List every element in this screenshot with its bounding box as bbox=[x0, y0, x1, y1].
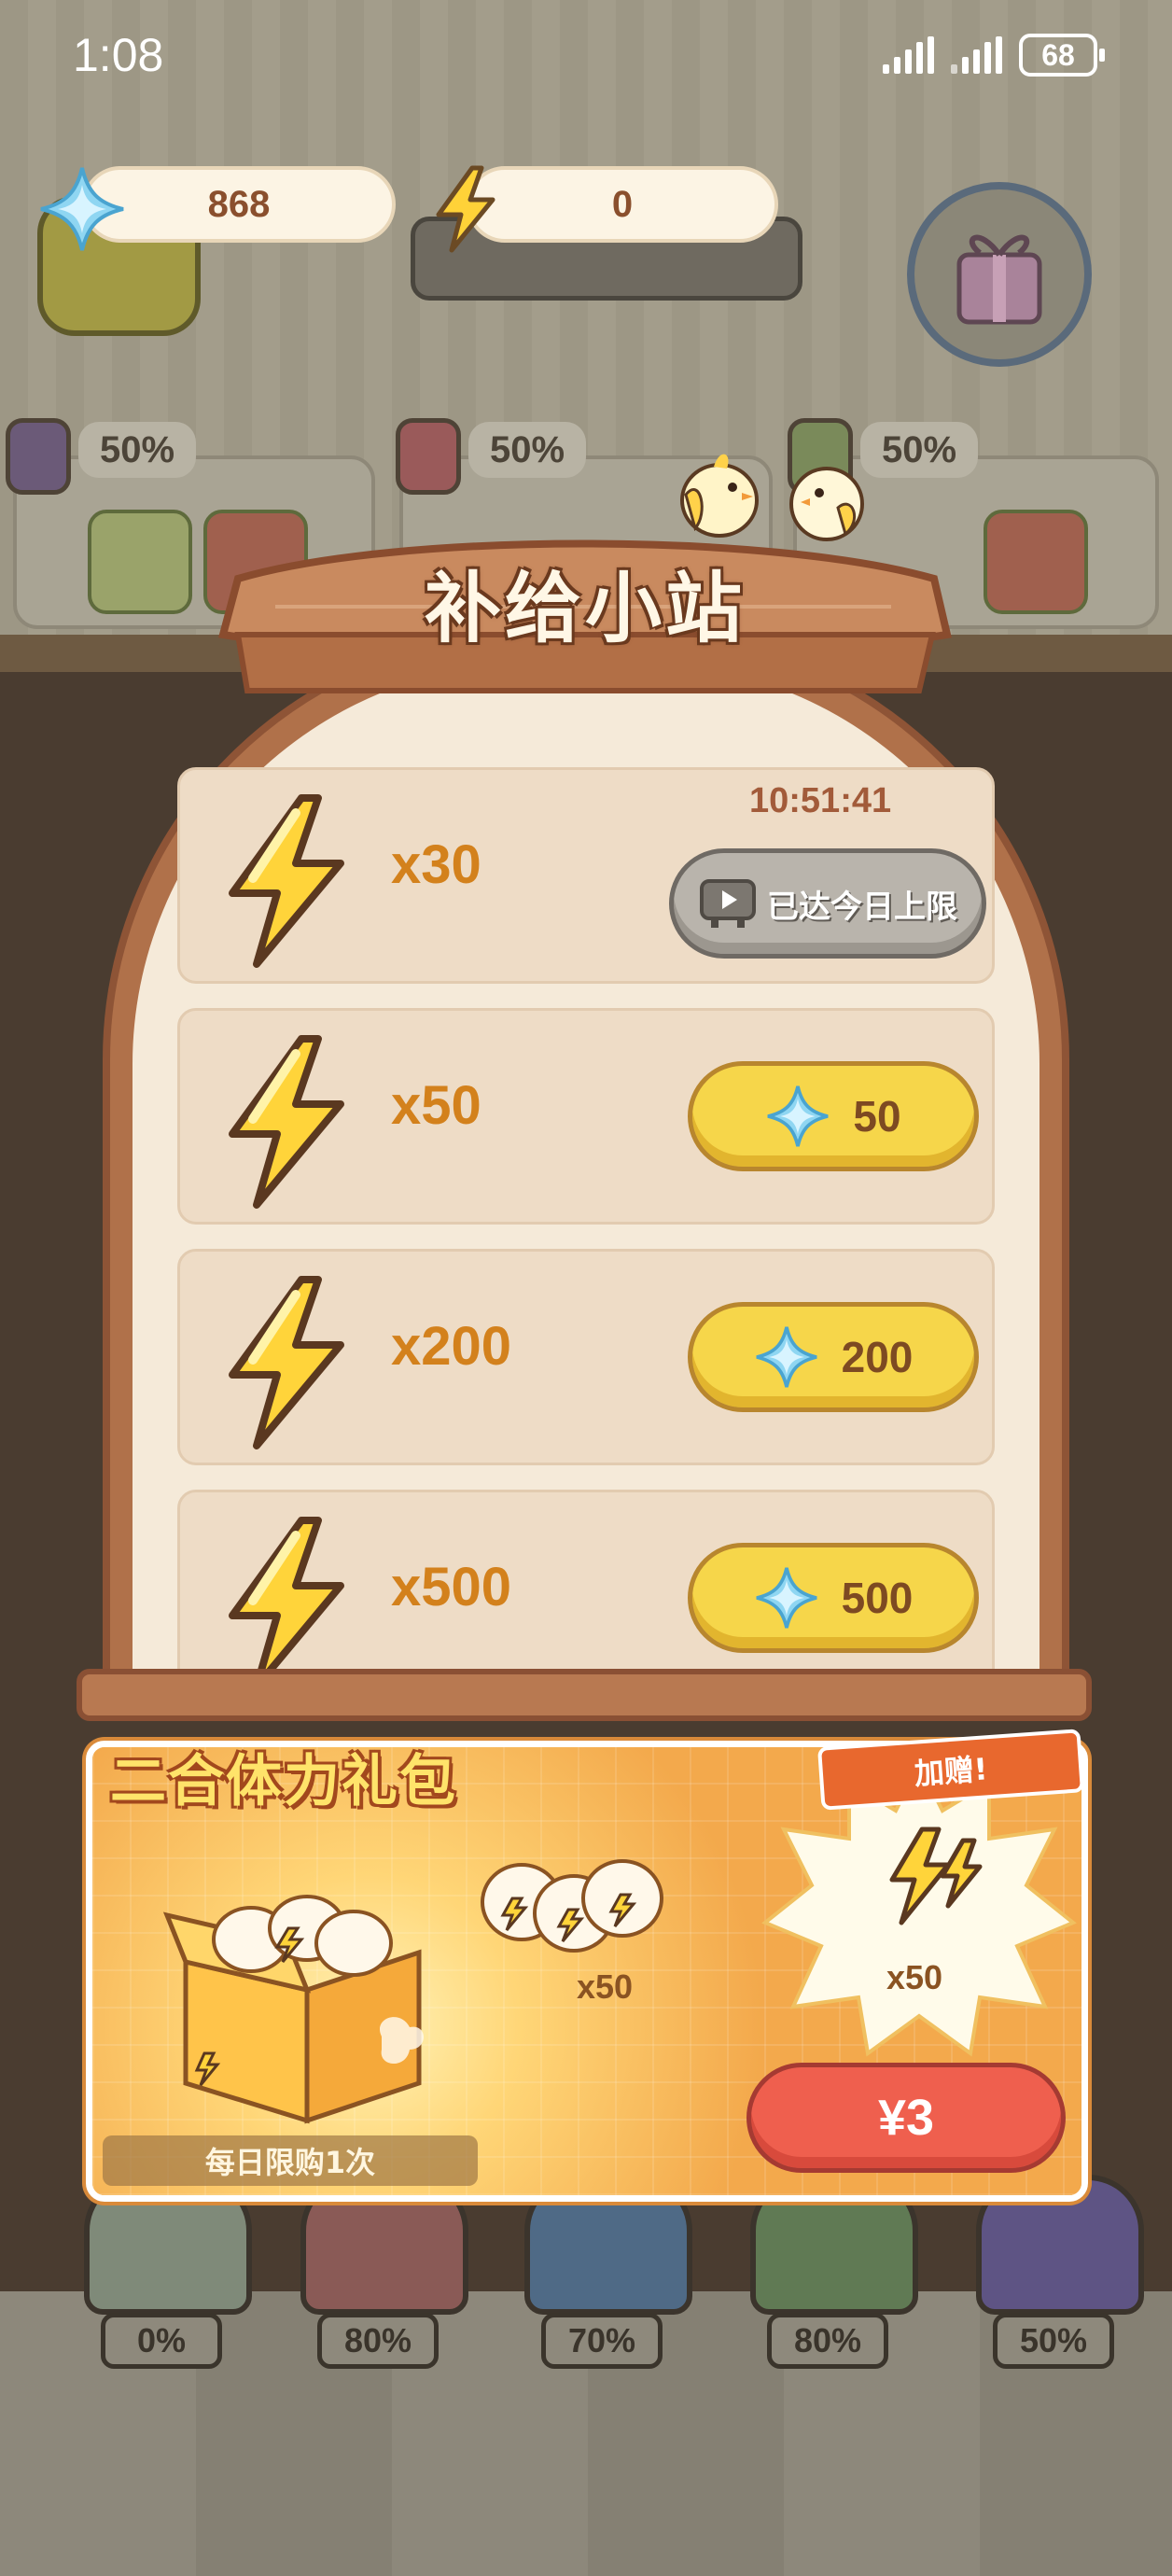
dish-percent: 50% bbox=[78, 422, 196, 478]
energy-balance[interactable]: 0 bbox=[467, 166, 778, 243]
gem-icon bbox=[40, 167, 124, 251]
energy-bolt-icon bbox=[229, 1517, 344, 1669]
offer-amount: x50 bbox=[391, 1075, 481, 1136]
energy-bolt-icon bbox=[436, 165, 495, 253]
dish-percent: 50% bbox=[860, 422, 978, 478]
status-indicators: 68 bbox=[883, 34, 1105, 77]
energy-bags-icon bbox=[481, 1859, 663, 1953]
energy-bolt-icon bbox=[229, 794, 344, 968]
stove-percent: 0% bbox=[101, 2313, 222, 2369]
panel-title: 补给小站 bbox=[424, 565, 746, 653]
offer-row: x50 50 bbox=[177, 1008, 995, 1225]
dish-percent: 50% bbox=[468, 422, 586, 478]
watch-ad-button[interactable]: 已达今日上限 bbox=[669, 848, 986, 959]
cooldown-timer: 10:51:41 bbox=[749, 781, 892, 820]
offer-row: x30 10:51:41 已达今日上限 bbox=[177, 767, 995, 984]
energy-bolt-icon bbox=[229, 1035, 344, 1209]
gem-icon bbox=[767, 1085, 829, 1147]
jar-icon bbox=[396, 418, 461, 495]
buy-button[interactable]: 200 bbox=[688, 1302, 979, 1412]
stove-percent: 70% bbox=[541, 2313, 663, 2369]
video-play-icon bbox=[700, 879, 756, 928]
price-label: 50 bbox=[853, 1092, 901, 1141]
gem-icon bbox=[756, 1567, 817, 1629]
buy-button[interactable]: 500 bbox=[688, 1543, 979, 1653]
gem-icon bbox=[756, 1326, 817, 1388]
buy-button[interactable]: 50 bbox=[688, 1061, 979, 1171]
gem-balance[interactable]: 868 bbox=[82, 166, 396, 243]
panel-base-bar bbox=[77, 1669, 1092, 1721]
offer-amount: x30 bbox=[391, 834, 481, 895]
stove-percent: 80% bbox=[767, 2313, 888, 2369]
kiwi-icon bbox=[88, 510, 192, 614]
price-label: 500 bbox=[841, 1574, 914, 1622]
signal-icon bbox=[883, 36, 934, 74]
gift-icon bbox=[907, 182, 1092, 367]
stove-percent: 50% bbox=[993, 2313, 1114, 2369]
bundle-title: 二合体力礼包 bbox=[110, 1749, 457, 1814]
treasure-box-icon bbox=[162, 1895, 424, 2124]
bird-icon bbox=[680, 454, 759, 538]
bacon-icon bbox=[984, 510, 1088, 614]
offer-amount: x500 bbox=[391, 1557, 512, 1617]
offer-row: x500 500 bbox=[177, 1490, 995, 1669]
signal-icon bbox=[951, 36, 1002, 74]
bird-icon bbox=[789, 467, 864, 541]
price-label: 200 bbox=[841, 1333, 914, 1381]
offer-list[interactable]: x30 10:51:41 已达今日上限 x50 50 x200 200 x500… bbox=[177, 767, 995, 1669]
purchase-bundle-button[interactable]: ¥3 bbox=[746, 2063, 1066, 2173]
daily-limit-label: 每日限购1次 bbox=[103, 2135, 478, 2186]
bonus-quantity: x50 bbox=[886, 1958, 943, 1996]
offer-row: x200 200 bbox=[177, 1249, 995, 1465]
jar-icon bbox=[6, 418, 71, 495]
energy-bolt-icon bbox=[229, 1276, 344, 1449]
battery-icon: 68 bbox=[1019, 34, 1105, 77]
bags-quantity: x50 bbox=[577, 1967, 634, 2006]
offer-amount: x200 bbox=[391, 1316, 512, 1377]
watch-ad-label: 已达今日上限 bbox=[767, 888, 957, 926]
stove-percent: 80% bbox=[317, 2313, 439, 2369]
status-time: 1:08 bbox=[73, 29, 164, 81]
